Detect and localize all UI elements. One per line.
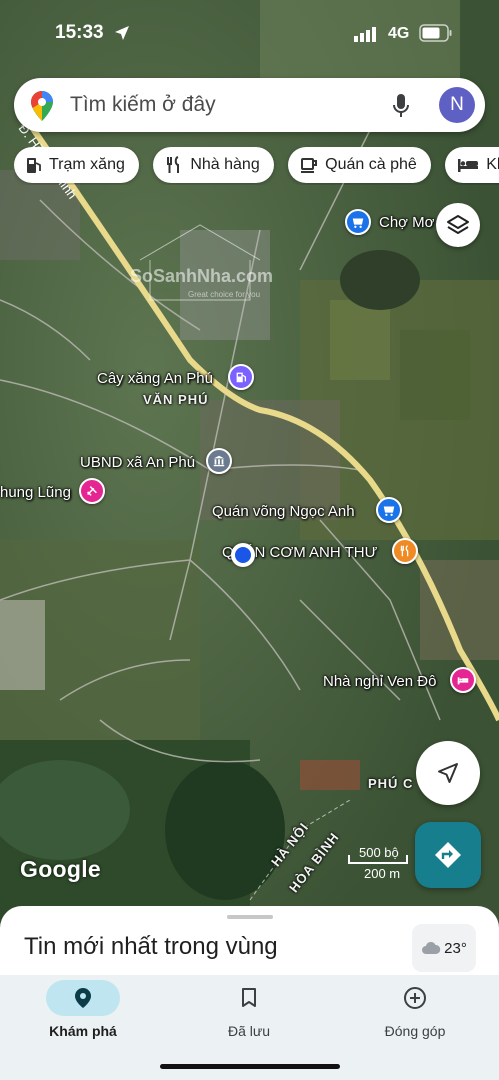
location-arrow-icon	[115, 26, 129, 40]
network-type: 4G	[388, 25, 410, 42]
poi-label-ubnd[interactable]: UBND xã An Phú	[80, 454, 195, 471]
home-indicator	[160, 1064, 340, 1069]
restaurant-icon[interactable]	[392, 538, 418, 564]
chip-label: Kh	[486, 156, 499, 173]
signal-icon	[354, 27, 376, 42]
map-view[interactable]: SoSanhNha.com Great choice for you Đ. Hồ…	[0, 0, 499, 930]
google-attribution: Google	[20, 856, 102, 882]
spa-icon[interactable]	[79, 478, 105, 504]
shopping-icon[interactable]	[376, 497, 402, 523]
nav-label: Đóng góp	[384, 1023, 446, 1039]
gas-station-icon[interactable]	[228, 364, 254, 390]
scale-metric: 200 m	[364, 866, 401, 881]
battery-icon	[419, 24, 452, 42]
layers-icon	[447, 215, 469, 234]
gas-station-icon	[27, 158, 41, 173]
my-location-button[interactable]	[416, 741, 480, 805]
area-label-van-phu: VĂN PHÚ	[143, 392, 209, 407]
restaurant-icon	[167, 156, 180, 173]
drag-handle[interactable]	[227, 915, 273, 919]
scale-imperial: 500 bộ	[359, 845, 399, 860]
category-chips: Trạm xăng Nhà hàng Quán cà phê Kh	[14, 147, 499, 185]
layers-button[interactable]	[436, 203, 480, 247]
weather-badge[interactable]: 23°	[412, 924, 476, 972]
chip-label: Trạm xăng	[49, 156, 125, 173]
coffee-icon	[301, 158, 318, 173]
poi-label-hung-lung[interactable]: hung Lũng	[0, 484, 71, 501]
cloud-icon	[422, 941, 441, 954]
poi-label-nha-nghi[interactable]: Nhà nghỉ Ven Đô	[323, 673, 436, 690]
sheet-title: Tin mới nhất trong vùng	[24, 933, 278, 960]
watermark: SoSanhNha.com	[130, 266, 273, 286]
bookmark-icon	[242, 988, 256, 1007]
status-bar: 15:33 4G	[0, 0, 499, 70]
explore-pin-icon	[75, 988, 91, 1008]
temperature: 23°	[444, 939, 467, 957]
nav-explore[interactable]: Khám phá	[0, 975, 166, 1055]
map-scale: 500 bộ 200 m	[348, 845, 408, 883]
hotel-icon	[458, 159, 479, 172]
nav-label: Đã lưu	[227, 1023, 271, 1039]
search-input[interactable]: Tìm kiếm ở đây	[70, 93, 216, 117]
nav-label: Khám phá	[49, 1023, 117, 1039]
government-icon[interactable]	[206, 448, 232, 474]
chip-gas-station[interactable]: Trạm xăng	[14, 147, 139, 183]
current-location-dot	[231, 543, 255, 567]
chip-label: Quán cà phê	[325, 156, 417, 173]
shopping-icon[interactable]	[345, 209, 371, 235]
chip-restaurant[interactable]: Nhà hàng	[153, 147, 274, 183]
nav-contribute[interactable]: Đóng góp	[332, 975, 498, 1055]
poi-label-quan-vong[interactable]: Quán võng Ngọc Anh	[212, 503, 355, 520]
area-label-phu-c: PHÚ C	[368, 776, 414, 791]
directions-button[interactable]	[415, 822, 481, 888]
chip-hotel[interactable]: Kh	[445, 147, 499, 183]
microphone-icon[interactable]	[392, 93, 410, 119]
add-circle-icon	[404, 987, 426, 1009]
avatar[interactable]: N	[439, 87, 475, 123]
nav-saved[interactable]: Đã lưu	[166, 975, 332, 1055]
google-maps-pin-icon	[31, 91, 53, 121]
directions-icon	[435, 842, 461, 868]
search-bar[interactable]: Tìm kiếm ở đây N	[14, 78, 485, 132]
chip-coffee[interactable]: Quán cà phê	[288, 147, 431, 183]
status-time: 15:33	[55, 22, 104, 43]
chip-label: Nhà hàng	[190, 156, 260, 173]
hotel-icon[interactable]	[450, 667, 476, 693]
navigation-arrow-icon	[438, 763, 458, 783]
watermark-tagline: Great choice for you	[188, 290, 260, 299]
poi-label-cay-xang[interactable]: Cây xăng An Phú	[97, 370, 213, 387]
poi-label-cho-mo[interactable]: Chợ Mơ	[379, 214, 435, 231]
